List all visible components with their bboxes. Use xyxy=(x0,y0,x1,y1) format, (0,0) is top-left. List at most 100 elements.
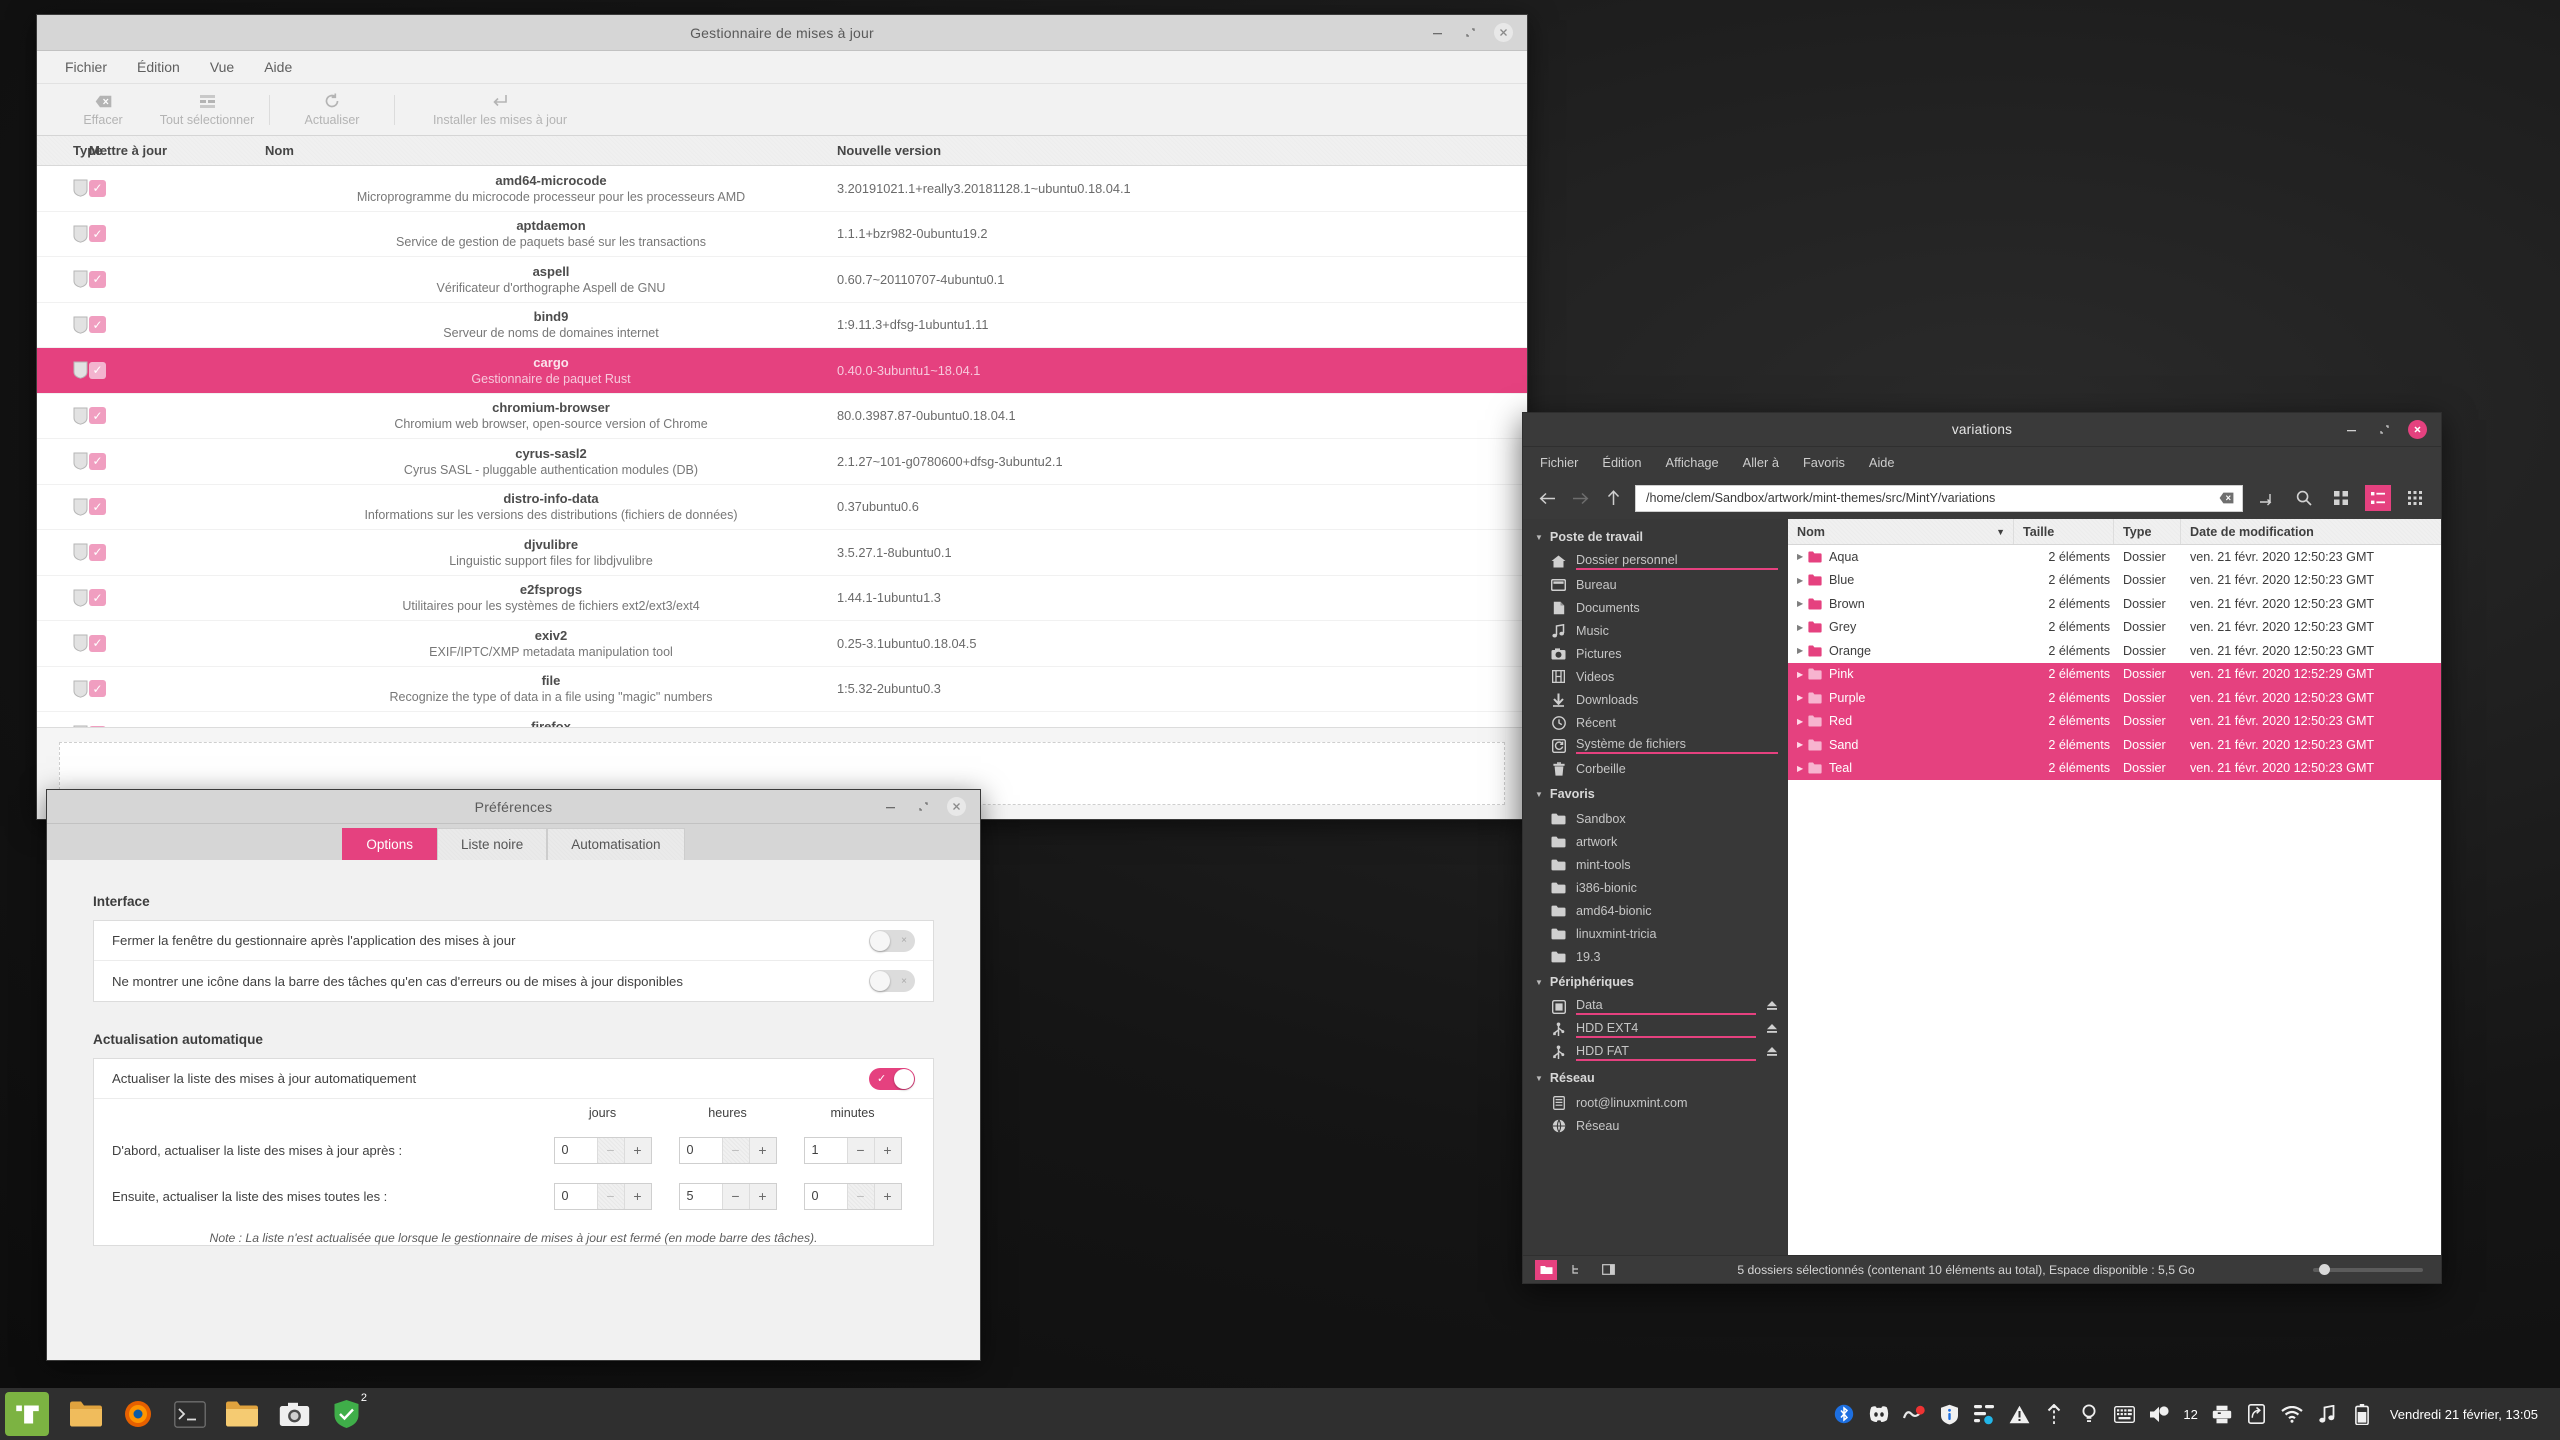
maximize-icon[interactable] xyxy=(1461,23,1480,42)
path-input[interactable]: /home/clem/Sandbox/artwork/mint-themes/s… xyxy=(1635,484,2243,512)
package-row[interactable]: ✓ file Recognize the type of data in a fil… xyxy=(37,667,1527,712)
checkbox-checked-icon[interactable]: ✓ xyxy=(89,179,106,197)
printer-icon[interactable] xyxy=(2211,1403,2233,1425)
sidebar-item-music[interactable]: Music xyxy=(1523,619,1788,642)
spinner-value[interactable]: 5 xyxy=(680,1184,722,1209)
file-row[interactable]: ▶ Pink 2 éléments Dossier ven. 21 févr. 2020… xyxy=(1788,662,2441,686)
file-row[interactable]: ▶ Blue 2 éléments Dossier ven. 21 févr. 2020… xyxy=(1788,569,2441,593)
shield-info-icon[interactable] xyxy=(1938,1403,1960,1425)
close-icon[interactable] xyxy=(1494,23,1513,42)
launcher-screenshot-icon[interactable] xyxy=(271,1391,317,1437)
checkbox-checked-icon[interactable]: ✓ xyxy=(89,543,106,561)
checkbox-checked-icon[interactable]: ✓ xyxy=(89,270,106,288)
expand-triangle-icon[interactable]: ▶ xyxy=(1797,693,1808,702)
package-row[interactable]: ✓ amd64-microcode Microprogramme du microc… xyxy=(37,166,1527,212)
bluetooth-icon[interactable] xyxy=(1833,1403,1855,1425)
spinner-decrement-button[interactable]: − xyxy=(846,1137,874,1163)
package-update-checkbox[interactable]: ✓ xyxy=(89,361,229,379)
package-row[interactable]: ✓ e2fsprogs Utilitaires pour les systèmes … xyxy=(37,576,1527,621)
bulb-icon[interactable] xyxy=(2078,1403,2100,1425)
menu-button[interactable] xyxy=(5,1392,49,1436)
column-header-name[interactable]: Nom xyxy=(229,143,837,158)
spinner-value[interactable]: 0 xyxy=(555,1184,597,1209)
sidebar-item-data[interactable]: Data xyxy=(1523,995,1788,1018)
package-update-checkbox[interactable]: ✓ xyxy=(89,589,229,607)
file-column-header-type[interactable]: Type xyxy=(2114,519,2181,544)
expand-triangle-icon[interactable]: ▶ xyxy=(1797,717,1808,726)
package-row[interactable]: ✓ aptdaemon Service de gestion de paquets … xyxy=(37,212,1527,257)
sidebar-item-dossier-personnel[interactable]: Dossier personnel xyxy=(1523,550,1788,573)
package-row[interactable]: ✓ chromium-browser Chromium web browser, o… xyxy=(37,394,1527,439)
expand-triangle-icon[interactable]: ▶ xyxy=(1797,623,1808,632)
sidebar-item-syst-me-de-fichiers[interactable]: Système de fichiers xyxy=(1523,734,1788,757)
sidebar-item-linuxmint-tricia[interactable]: linuxmint-tricia xyxy=(1523,922,1788,945)
sidebar-group-poste-de-travail[interactable]: ▼ Poste de travail xyxy=(1523,523,1788,550)
package-update-checkbox[interactable]: ✓ xyxy=(89,225,229,243)
sidebar-item-root-linuxmint-com[interactable]: root@linuxmint.com xyxy=(1523,1091,1788,1114)
file-column-header-nom[interactable]: Nom ▼ xyxy=(1788,519,2014,544)
nemo-menu-fichier[interactable]: Fichier xyxy=(1540,455,1578,470)
nemo-menu-favoris[interactable]: Favoris xyxy=(1803,455,1845,470)
file-row[interactable]: ▶ Orange 2 éléments Dossier ven. 21 févr. 20… xyxy=(1788,639,2441,663)
spinner-value[interactable]: 0 xyxy=(555,1138,597,1163)
package-update-checkbox[interactable]: ✓ xyxy=(89,725,229,727)
install-updates-button[interactable]: Installer les mises à jour xyxy=(405,92,595,127)
sidebar-item-documents[interactable]: Documents xyxy=(1523,596,1788,619)
launcher-filemanager-icon[interactable] xyxy=(219,1391,265,1437)
tree-toggle-icon[interactable] xyxy=(1566,1260,1588,1280)
spinner-minutes[interactable]: 1− + xyxy=(803,1136,902,1164)
list-view-icon[interactable] xyxy=(2365,485,2391,511)
spinner-increment-button[interactable]: + xyxy=(873,1183,901,1209)
menu-vue[interactable]: Vue xyxy=(210,59,234,75)
nemo-menu-edition[interactable]: Édition xyxy=(1602,455,1641,470)
warning-icon[interactable] xyxy=(2008,1403,2030,1425)
search-icon[interactable] xyxy=(2291,485,2317,511)
zoom-slider-knob[interactable] xyxy=(2319,1263,2330,1275)
sidebar-item-bureau[interactable]: Bureau xyxy=(1523,573,1788,596)
maximize-icon[interactable] xyxy=(914,797,933,816)
wifi-icon[interactable] xyxy=(2281,1403,2303,1425)
menu-fichier[interactable]: Fichier xyxy=(65,59,107,75)
keyboard-icon[interactable] xyxy=(2113,1403,2135,1425)
checkbox-checked-icon[interactable]: ✓ xyxy=(89,725,106,727)
minimize-icon[interactable] xyxy=(2342,420,2361,439)
spinner-decrement-button[interactable]: − xyxy=(846,1183,874,1209)
expand-triangle-icon[interactable]: ▶ xyxy=(1797,764,1808,773)
eject-icon[interactable] xyxy=(1766,1046,1778,1060)
expand-triangle-icon[interactable]: ▶ xyxy=(1797,646,1808,655)
eject-icon[interactable] xyxy=(1766,1023,1778,1037)
column-header-version[interactable]: Nouvelle version xyxy=(837,143,1527,158)
spinner-decrement-button[interactable]: − xyxy=(596,1183,624,1209)
nemo-menu-allera[interactable]: Aller à xyxy=(1743,455,1779,470)
sidebar-item-r-cent[interactable]: Récent xyxy=(1523,711,1788,734)
file-row[interactable]: ▶ Red 2 éléments Dossier ven. 21 févr. 2020 … xyxy=(1788,709,2441,733)
preferences-tab-automatisation[interactable]: Automatisation xyxy=(547,828,685,860)
sidebar-item-corbeille[interactable]: Corbeille xyxy=(1523,757,1788,780)
file-row[interactable]: ▶ Sand 2 éléments Dossier ven. 21 févr. 2020… xyxy=(1788,733,2441,757)
spinner-jours[interactable]: 0− + xyxy=(553,1182,652,1210)
nemo-menu-aide[interactable]: Aide xyxy=(1869,455,1895,470)
sidebar-group-r-seau[interactable]: ▼ Réseau xyxy=(1523,1064,1788,1091)
preferences-tab-options[interactable]: Options xyxy=(342,828,437,860)
sidebar-item-downloads[interactable]: Downloads xyxy=(1523,688,1788,711)
pref-tray-icon-toggle[interactable]: × xyxy=(869,970,915,992)
spinner-jours[interactable]: 0− + xyxy=(553,1136,652,1164)
pref-close-after-updates-toggle[interactable]: × xyxy=(869,929,915,952)
nemo-menu-affichage[interactable]: Affichage xyxy=(1666,455,1719,470)
eject-icon[interactable] xyxy=(1766,1000,1778,1014)
minimize-icon[interactable] xyxy=(881,797,900,816)
package-update-checkbox[interactable]: ✓ xyxy=(89,407,229,425)
checkbox-checked-icon[interactable]: ✓ xyxy=(89,361,106,379)
checkbox-checked-icon[interactable]: ✓ xyxy=(89,680,106,698)
spinner-value[interactable]: 0 xyxy=(680,1138,722,1163)
package-update-checkbox[interactable]: ✓ xyxy=(89,680,229,698)
package-row[interactable]: ✓ djvulibre Linguistic support files for l… xyxy=(37,530,1527,576)
file-manager-titlebar[interactable]: variations xyxy=(1523,413,2441,447)
checkbox-checked-icon[interactable]: ✓ xyxy=(89,225,106,243)
settings-icon[interactable] xyxy=(1973,1403,1995,1425)
checkbox-checked-icon[interactable]: ✓ xyxy=(89,498,106,516)
preferences-tab-liste-noire[interactable]: Liste noire xyxy=(436,828,548,860)
expand-triangle-icon[interactable]: ▶ xyxy=(1797,740,1808,749)
launcher-files-icon[interactable] xyxy=(63,1391,109,1437)
package-update-checkbox[interactable]: ✓ xyxy=(89,543,229,561)
